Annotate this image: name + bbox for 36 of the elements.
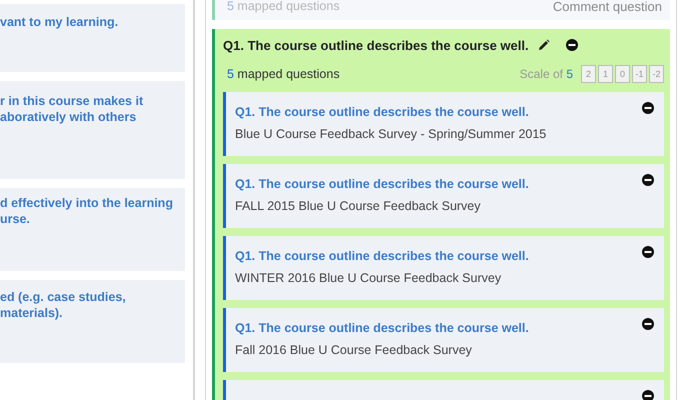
question-title[interactable]: Q1. The course outline describes the course well. [235,321,529,335]
question-text: materials). [0,305,64,321]
edit-icon[interactable] [538,39,550,51]
survey-name: WINTER 2016 Blue U Course Feedback Survey [235,271,502,285]
group-title: Q1. The course outline describes the course well. [223,38,529,52]
scale-value: 1 [598,65,613,83]
question-text: aboratively with others [0,109,138,125]
scale-label: Scale of 5 [520,67,573,81]
remove-icon[interactable] [642,174,654,186]
remove-icon[interactable] [642,318,654,330]
question-card[interactable]: vant to my learning. [0,4,185,72]
question-card[interactable]: d effectively into the learning urse. [0,188,185,271]
question-text: r in this course makes it [0,93,144,109]
question-card[interactable]: ed (e.g. case studies, materials). [0,280,185,363]
comment-question-link[interactable]: Comment question [552,0,662,13]
remove-icon[interactable] [642,246,654,258]
question-text: vant to my learning. [0,14,120,30]
remove-icon[interactable] [566,39,578,51]
remove-icon[interactable] [642,102,654,114]
question-title[interactable]: Q1. The course outline describes the course well. [235,177,529,191]
question-text: d effectively into the learning [0,195,174,211]
question-text: ed (e.g. case studies, [0,289,127,305]
survey-name: Blue U Course Feedback Survey - Spring/Summer 2015 [235,127,546,141]
remove-icon[interactable] [642,390,654,400]
question-title[interactable]: Q1. The course outline describes the course well. [235,105,546,119]
question-text: urse. [0,211,31,227]
scale-value: 2 [581,65,596,83]
question-card[interactable]: r in this course makes it aboratively with others [0,81,185,179]
mapped-count: 5 mapped questions [227,0,340,13]
question-title[interactable]: Q1. The course outline describes the course well. [235,249,529,263]
mapped-count: 5 mapped questions [227,67,341,81]
scale-value: -2 [649,65,664,83]
scale-value: -1 [632,65,647,83]
survey-name: FALL 2015 Blue U Course Feedback Survey [235,199,482,213]
survey-name: Fall 2016 Blue U Course Feedback Survey [235,343,473,357]
scale-value: 0 [615,65,630,83]
